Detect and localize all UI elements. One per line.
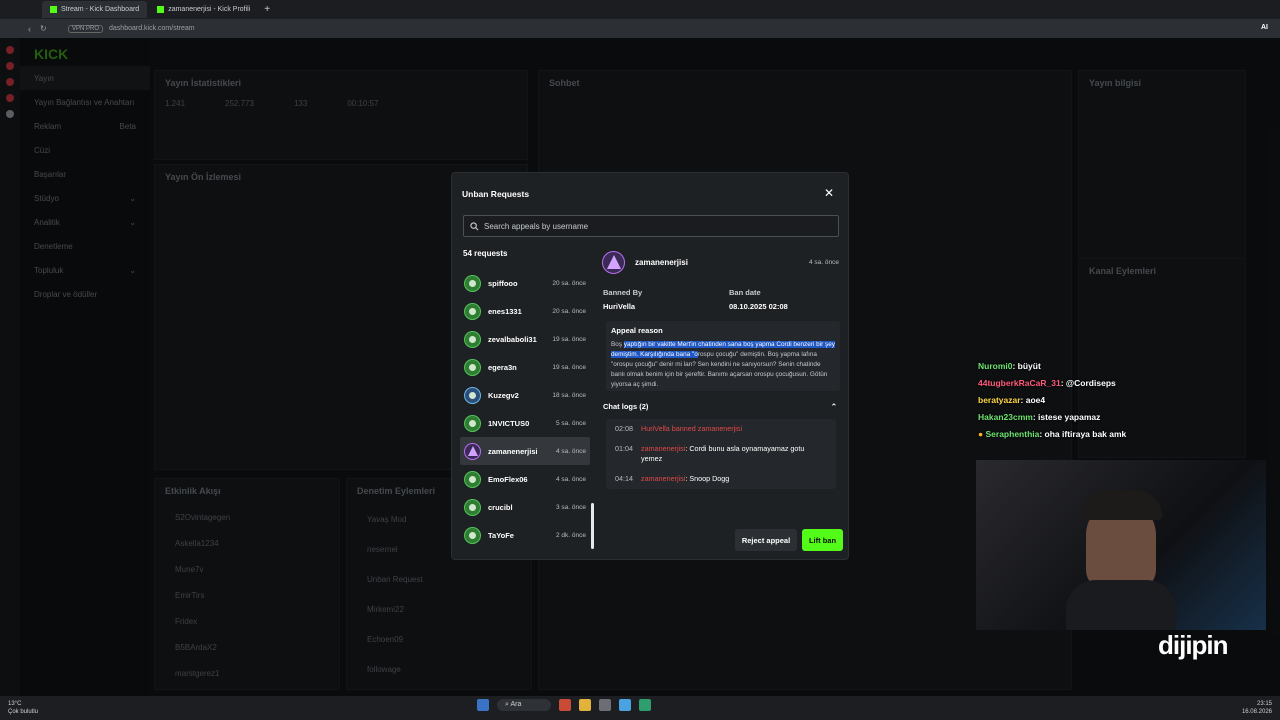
chevron-up-icon[interactable]: ⌃ [831, 402, 843, 411]
taskbar-apps: ⌕ Ara [477, 699, 652, 711]
request-item-selected[interactable]: zamanenerjisi 4 sa. önce [460, 437, 590, 465]
request-item[interactable]: zevalbaboli318p19 sa. önce [460, 325, 590, 353]
request-count: 54 requests [463, 249, 508, 258]
windows-taskbar: 13°C Çok bulutlu ⌕ Ara 23:15 16.08.2026 [0, 696, 1280, 720]
browser-tab-bar: Stream - Kick Dashboard zamanenerjisi - … [0, 0, 1280, 19]
avatar [464, 302, 481, 320]
chat-logs: 02:08 HuriVella banned zamanenerjisi 01:0… [606, 419, 836, 489]
detail-username[interactable]: zamanenerjisi [635, 258, 688, 267]
avatar [464, 498, 481, 516]
chat-line: Hakan23cmm: istese yapamaz [978, 412, 1101, 422]
banned-by-label: Banned By [603, 288, 643, 297]
chat-logs-toggle[interactable]: Chat logs (2) ⌃ [603, 402, 843, 411]
avatar [464, 386, 481, 404]
request-item[interactable]: 1NVICTUS0 5 sa. önce [460, 409, 590, 437]
url-text[interactable]: dashboard.kick.com/stream [109, 25, 195, 32]
clock[interactable]: 23:15 16.08.2026 [1242, 700, 1272, 716]
chat-logs-label: Chat logs (2) [603, 402, 649, 411]
tab-label: zamanenerjisi - Kick Profili [168, 6, 251, 13]
appeal-reason-text[interactable]: Boş yaptığın bir vakitte Mert'in chatind… [611, 340, 836, 390]
log-row: 02:08 HuriVella banned zamanenerjisi [615, 424, 743, 433]
request-item[interactable]: crucibl 3 sa. önce [460, 493, 590, 521]
appeal-reason-label: Appeal reason [611, 326, 663, 335]
stream-chat-overlay: Nuromi0: büyüt 44tugberkRaCaR_31: @Cordi… [978, 358, 1178, 443]
watermark-logo: dijipin [1158, 630, 1229, 660]
kick-favicon-icon [50, 6, 57, 13]
user-avatar [602, 251, 625, 274]
vpn-badge[interactable]: VPN PRO [68, 24, 104, 33]
opera-icon[interactable] [559, 699, 572, 711]
modal-title: Unban Requests [462, 189, 530, 199]
lift-ban-button[interactable]: Lift ban [802, 529, 843, 551]
new-tab-icon[interactable]: + [264, 4, 270, 15]
chat-line: Nuromi0: büyüt [978, 361, 1041, 371]
app-icon[interactable] [599, 699, 612, 711]
request-list: spiffooo 20 sa. önce enes1331 20 sa. önce … [460, 269, 590, 549]
tab-label: Stream - Kick Dashboard [61, 6, 140, 13]
reject-appeal-button[interactable]: Reject appeal [735, 529, 797, 551]
tab-profile[interactable]: zamanenerjisi - Kick Profili [149, 1, 258, 18]
request-item[interactable]: spiffooo 20 sa. önce [460, 269, 590, 297]
request-item[interactable]: TaYoFe 2 dk. önce [460, 521, 590, 549]
taskbar-search[interactable]: ⌕ Ara [497, 699, 552, 711]
avatar [464, 414, 481, 432]
ai-button[interactable]: AI [1261, 24, 1268, 31]
alert-icon: ● [978, 429, 986, 439]
ban-date-label: Ban date [729, 288, 761, 297]
kick-favicon-icon [157, 6, 165, 13]
chat-line: beratyazar: aoe4 [978, 395, 1046, 405]
chat-line: ● Seraphenthia: oha iftiraya bak amk [978, 429, 1127, 439]
log-row: 04:14 zamanenerjisi: Snoop Dogg [615, 474, 730, 483]
avatar [464, 274, 481, 292]
folder-icon[interactable] [579, 699, 592, 711]
request-item[interactable]: EmoFlex06 4 sa. önce [460, 465, 590, 493]
unban-requests-modal: Unban Requests ✕ 54 requests spiffooo20 … [451, 172, 849, 560]
webcam-feed [976, 460, 1266, 630]
request-item[interactable]: egera3n 19 sa. önce [460, 353, 590, 381]
avatar [464, 526, 481, 544]
avatar [464, 358, 481, 376]
weather-widget[interactable]: 13°C Çok bulutlu [8, 700, 38, 716]
close-icon[interactable]: ✕ [824, 186, 834, 200]
streamer-hair [1080, 490, 1162, 520]
avatar [464, 442, 481, 460]
start-icon[interactable] [477, 699, 489, 711]
streamer-body [1066, 580, 1176, 630]
chat-line: 44tugberkRaCaR_31: @Cordiseps [978, 378, 1116, 388]
request-item[interactable]: Kuzegv2 18 sa. önce [460, 381, 590, 409]
address-bar: ‹ ↻ VPN PRO dashboard.kick.com/stream AI [0, 19, 1280, 38]
log-row: 01:04 zamanenerjisi: Cordi bunu asla oyna… [615, 444, 805, 463]
search-icon [470, 221, 479, 230]
list-scrollbar[interactable] [591, 503, 594, 549]
search-field[interactable] [463, 215, 839, 237]
app-icon[interactable] [639, 699, 652, 711]
telegram-icon[interactable] [619, 699, 632, 711]
banned-by-value: HuriVella [603, 302, 636, 311]
avatar [464, 470, 481, 488]
tab-stream[interactable]: Stream - Kick Dashboard [42, 1, 148, 18]
avatar [464, 330, 481, 348]
search-input[interactable] [484, 221, 824, 231]
ban-date-value: 08.10.2025 02:08 [729, 302, 788, 311]
request-item[interactable]: enes1331 20 sa. önce [460, 297, 590, 325]
reload-icon[interactable]: ↻ [40, 24, 47, 33]
back-icon[interactable]: ‹ [28, 24, 31, 34]
detail-time: 4 sa. önce [809, 259, 839, 266]
